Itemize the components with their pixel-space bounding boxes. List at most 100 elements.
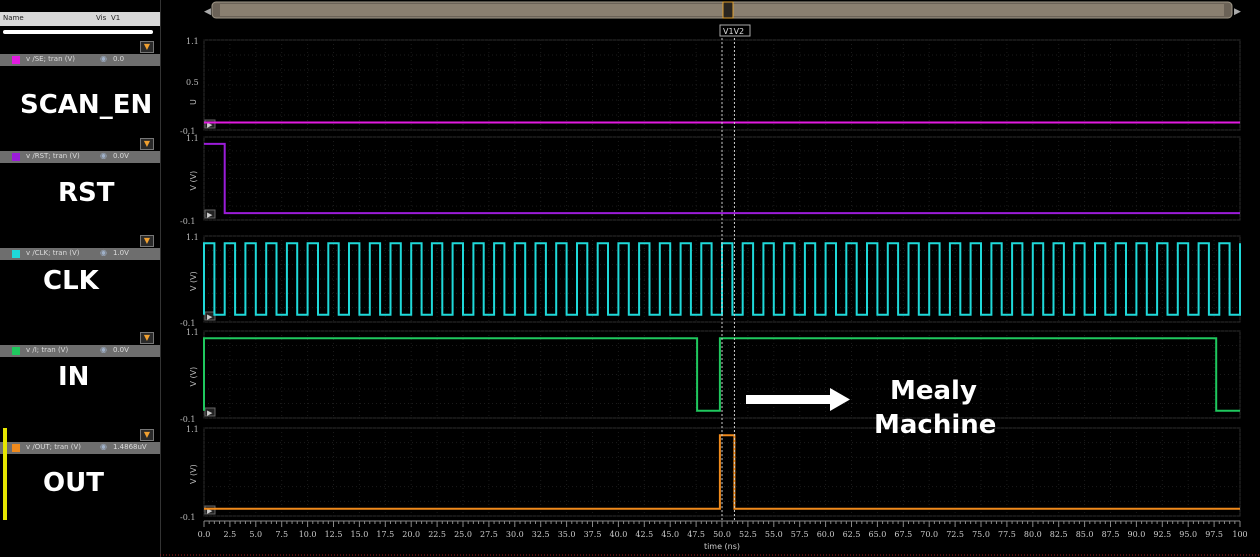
visibility-eye-icon[interactable]: ◉ — [100, 248, 107, 257]
label-rst: RST — [58, 178, 115, 208]
annotation-arrow-shaft — [746, 395, 832, 404]
visibility-eye-icon[interactable]: ◉ — [100, 345, 107, 354]
y-tick-label: 1.1 — [186, 37, 199, 46]
x-tick-label: 10.0 — [299, 530, 317, 539]
label-clk: CLK — [43, 266, 99, 296]
signal-value: 1.0V — [113, 249, 129, 257]
strip-expand-icon[interactable]: ▶ — [207, 313, 213, 321]
x-tick-label: 22.5 — [428, 530, 446, 539]
x-tick-label: 92.5 — [1153, 530, 1171, 539]
x-tick-label: 27.5 — [480, 530, 498, 539]
waveform-plot[interactable]: ◀ ▶1.1-0.10.5U▶1.1-0.1V (V)▶1.1-0.1V (V)▶… — [160, 0, 1260, 557]
signal-row[interactable]: v /OUT; tran (V) ◉ 1.4868uV — [0, 442, 160, 454]
y-tick-label: -0.1 — [180, 415, 195, 424]
signal-color-swatch — [12, 250, 20, 258]
signal-value: 0.0 — [113, 55, 125, 63]
signal-value: 0.0V — [113, 346, 129, 354]
x-tick-label: 35.0 — [558, 530, 576, 539]
y-tick-label: 1.1 — [186, 328, 199, 337]
col-v1-header[interactable]: V1 — [111, 14, 120, 22]
y-tick-label: 1.1 — [186, 233, 199, 242]
x-tick-label: 65.0 — [868, 530, 886, 539]
signal-color-swatch — [12, 444, 20, 452]
signal-row[interactable]: v /I; tran (V) ◉ 0.0V — [0, 345, 160, 357]
signal-name: v /RST; tran (V) — [26, 152, 80, 160]
x-tick-label: 100 — [1232, 530, 1247, 539]
x-tick-label: 75.0 — [972, 530, 990, 539]
visibility-eye-icon[interactable]: ◉ — [100, 151, 107, 160]
x-tick-label: 15.0 — [350, 530, 368, 539]
signal-name: v /SE; tran (V) — [26, 55, 75, 63]
x-tick-label: 60.0 — [817, 530, 835, 539]
signal-name: v /I; tran (V) — [26, 346, 69, 354]
signal-color-swatch — [12, 347, 20, 355]
x-axis-label: time (ns) — [704, 542, 740, 551]
x-tick-label: 55.0 — [765, 530, 783, 539]
nav-left-arrow-icon[interactable]: ◀ — [204, 7, 211, 17]
x-tick-label: 0.0 — [198, 530, 211, 539]
x-tick-label: 37.5 — [584, 530, 602, 539]
x-tick-label: 72.5 — [946, 530, 964, 539]
col-name-header[interactable]: Name — [3, 14, 24, 22]
x-tick-label: 87.5 — [1102, 530, 1120, 539]
y-axis-label: U — [189, 99, 198, 105]
nav-right-arrow-icon[interactable]: ▶ — [1234, 7, 1241, 17]
filter-funnel-icon[interactable]: ▼ — [140, 235, 154, 247]
y-tick-label: -0.1 — [180, 217, 195, 226]
y-tick-label: 1.1 — [186, 425, 199, 434]
signal-row[interactable]: v /SE; tran (V) ◉ 0.0 — [0, 54, 160, 66]
selection-marker — [3, 428, 7, 520]
x-tick-label: 40.0 — [609, 530, 627, 539]
filter-funnel-icon[interactable]: ▼ — [140, 332, 154, 344]
signal-value: 0.0V — [113, 152, 129, 160]
x-tick-label: 82.5 — [1050, 530, 1068, 539]
filter-funnel-icon[interactable]: ▼ — [140, 138, 154, 150]
signal-color-swatch — [12, 153, 20, 161]
browser-header: Name Vis V1 — [0, 12, 160, 26]
y-tick-label: 0.5 — [186, 78, 199, 87]
cursor-label: V1V2 — [723, 27, 744, 36]
visibility-eye-icon[interactable]: ◉ — [100, 54, 107, 63]
x-tick-label: 42.5 — [635, 530, 653, 539]
x-tick-label: 17.5 — [376, 530, 394, 539]
x-tick-label: 52.5 — [739, 530, 757, 539]
strip-expand-icon[interactable]: ▶ — [207, 211, 213, 219]
strip-expand-icon[interactable]: ▶ — [207, 409, 213, 417]
col-vis-header[interactable]: Vis — [96, 14, 106, 22]
browser-scrollbar[interactable] — [3, 30, 153, 34]
x-tick-label: 77.5 — [998, 530, 1016, 539]
x-tick-label: 25.0 — [454, 530, 472, 539]
filter-funnel-icon[interactable]: ▼ — [140, 41, 154, 53]
x-tick-label: 70.0 — [920, 530, 938, 539]
x-tick-label: 57.5 — [791, 530, 809, 539]
label-in: IN — [58, 362, 90, 392]
x-tick-label: 12.5 — [325, 530, 343, 539]
navigator-track — [220, 4, 1224, 16]
x-tick-label: 50.0 — [713, 530, 731, 539]
x-tick-label: 20.0 — [402, 530, 420, 539]
x-tick-label: 5.0 — [249, 530, 262, 539]
x-tick-label: 47.5 — [687, 530, 705, 539]
navigator-window[interactable] — [722, 1, 734, 19]
x-tick-label: 30.0 — [506, 530, 524, 539]
annotation-line1: Mealy — [890, 376, 977, 406]
signal-name: v /OUT; tran (V) — [26, 443, 82, 451]
label-scan-en: SCAN_EN — [20, 90, 153, 120]
signal-row[interactable]: v /CLK; tran (V) ◉ 1.0V — [0, 248, 160, 260]
x-tick-label: 62.5 — [843, 530, 861, 539]
signal-row[interactable]: v /RST; tran (V) ◉ 0.0V — [0, 151, 160, 163]
x-tick-label: 97.5 — [1205, 530, 1223, 539]
y-tick-label: 1.1 — [186, 134, 199, 143]
x-tick-label: 95.0 — [1179, 530, 1197, 539]
y-tick-label: -0.1 — [180, 513, 195, 522]
x-tick-label: 67.5 — [894, 530, 912, 539]
x-tick-label: 45.0 — [661, 530, 679, 539]
annotation-line2: Machine — [874, 410, 997, 440]
x-tick-label: 90.0 — [1127, 530, 1145, 539]
signal-value: 1.4868uV — [113, 443, 147, 451]
y-axis-label: V (V) — [189, 171, 198, 191]
signal-color-swatch — [12, 56, 20, 64]
filter-funnel-icon[interactable]: ▼ — [140, 429, 154, 441]
x-tick-label: 80.0 — [1024, 530, 1042, 539]
visibility-eye-icon[interactable]: ◉ — [100, 442, 107, 451]
